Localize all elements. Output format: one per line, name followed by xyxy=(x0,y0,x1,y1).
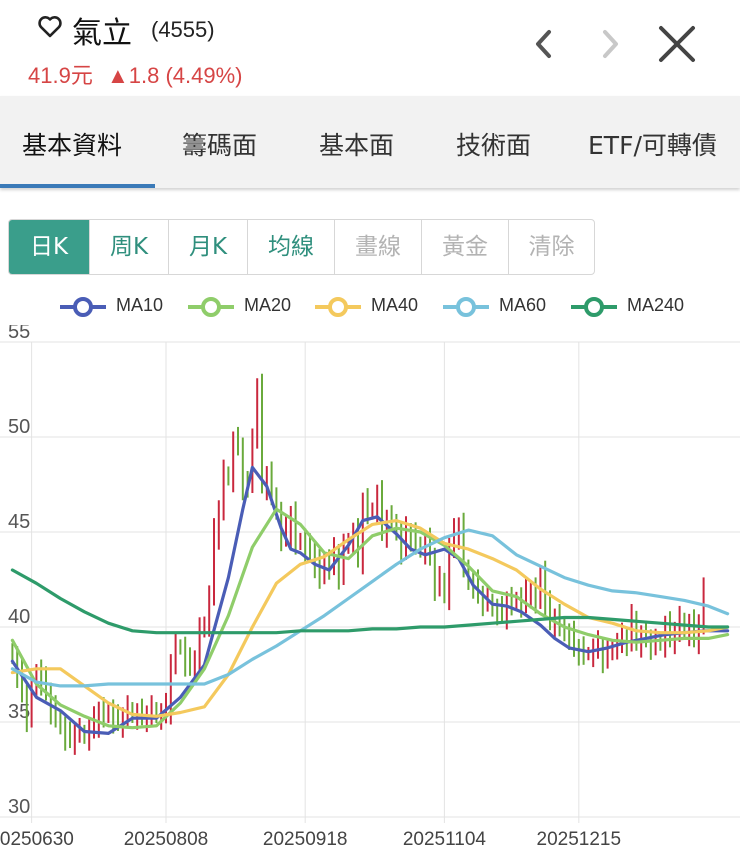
chevron-right-icon[interactable] xyxy=(588,22,632,66)
y-tick-label: 40 xyxy=(8,606,30,628)
moving-average-button[interactable]: 均線 xyxy=(248,220,335,274)
legend-swatch-ma240 xyxy=(571,297,617,317)
legend-swatch-ma10 xyxy=(60,297,106,317)
clear-button[interactable]: 清除 xyxy=(509,220,594,274)
price-line: 41.9元 ▲1.8 (4.49%) xyxy=(28,58,242,90)
price-change: ▲1.8 xyxy=(106,63,160,88)
golden-ratio-button[interactable]: 黃金 xyxy=(422,220,509,274)
legend-label: MA20 xyxy=(244,295,292,315)
legend-label: MA240 xyxy=(627,295,685,315)
x-tick-label: 20251104 xyxy=(403,829,487,850)
ma-line-ma60 xyxy=(10,528,730,688)
legend-swatch-ma60 xyxy=(443,297,489,317)
stock-header: 氣立 (4555) 41.9元 ▲1.8 (4.49%) xyxy=(0,0,740,94)
monthly-k-button[interactable]: 月K xyxy=(169,220,248,274)
x-tick-label: 20250918 xyxy=(263,829,348,850)
x-tick-label: 20250808 xyxy=(124,829,209,850)
tab-etf-convertible[interactable]: ETF/可轉債 xyxy=(588,126,717,162)
tab-basic-info[interactable]: 基本資料 xyxy=(22,126,122,162)
y-tick-label: 50 xyxy=(8,416,30,438)
daily-k-button[interactable]: 日K xyxy=(9,220,90,274)
chart-legend: MA10 MA20 MA40 MA60 MA240 xyxy=(0,290,740,324)
legend-label: MA10 xyxy=(116,295,164,315)
y-tick-label: 55 xyxy=(8,325,30,343)
x-tick-label: 20251215 xyxy=(537,829,622,850)
price: 41.9元 xyxy=(28,63,93,88)
stock-code: (4555) xyxy=(151,17,215,42)
section-tabs: 基本資料 籌碼面 基本面 技術面 ETF/可轉債 xyxy=(0,96,740,188)
tab-chips[interactable]: 籌碼面 xyxy=(182,126,257,162)
draw-line-button[interactable]: 畫線 xyxy=(335,220,422,274)
tab-technical[interactable]: 技術面 xyxy=(456,126,531,162)
heart-outline-icon[interactable] xyxy=(36,12,64,40)
candlestick-chart[interactable]: 3035404550552025063020250808202509182025… xyxy=(0,325,740,865)
close-icon[interactable] xyxy=(655,22,699,66)
weekly-k-button[interactable]: 周K xyxy=(90,220,169,274)
tab-active-indicator xyxy=(0,184,155,188)
price-change-pct: (4.49%) xyxy=(165,63,243,88)
chevron-left-icon[interactable] xyxy=(522,22,566,66)
tab-fundamentals[interactable]: 基本面 xyxy=(319,126,394,162)
legend-label: MA40 xyxy=(371,295,419,315)
ma-line-ma10 xyxy=(10,465,730,735)
legend-label: MA60 xyxy=(499,295,547,315)
ma-line-ma240 xyxy=(10,568,730,635)
stock-name: 氣立 xyxy=(72,16,132,51)
chart-mode-toolbar: 日K 周K 月K 均線 畫線 黃金 清除 xyxy=(8,219,595,275)
x-tick-label: 20250630 xyxy=(0,829,74,850)
legend-swatch-ma40 xyxy=(315,297,361,317)
y-tick-label: 30 xyxy=(8,796,30,818)
y-tick-label: 45 xyxy=(8,511,30,533)
legend-swatch-ma20 xyxy=(188,297,234,317)
